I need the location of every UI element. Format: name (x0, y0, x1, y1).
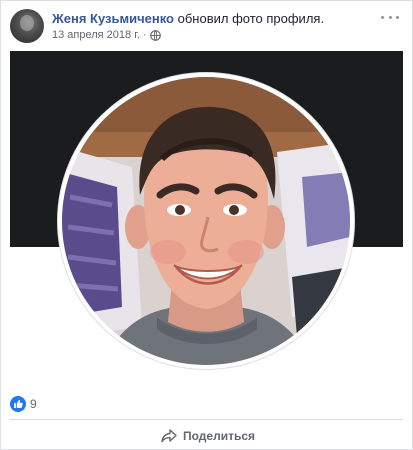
post-title-line: Женя Кузьмиченко обновил фото профиля. (52, 11, 324, 26)
share-label: Поделиться (183, 429, 256, 443)
share-button[interactable]: Поделиться (161, 425, 255, 447)
profile-photo[interactable] (10, 51, 403, 387)
like-icon (10, 396, 26, 412)
post-header: Женя Кузьмиченко обновил фото профиля. 1… (10, 9, 405, 45)
reactions-count: 9 (30, 397, 37, 411)
author-avatar[interactable] (10, 9, 44, 43)
author-name-link[interactable]: Женя Кузьмиченко (52, 11, 174, 26)
meta-separator: · (142, 29, 147, 41)
globe-icon[interactable] (149, 29, 161, 41)
reactions-summary[interactable]: 9 (10, 395, 37, 413)
post-date-link[interactable]: 13 апреля 2018 г. (52, 29, 140, 41)
more-options-icon[interactable] (381, 11, 399, 23)
share-arrow-icon (161, 429, 177, 443)
post-meta: 13 апреля 2018 г. · (52, 29, 161, 41)
actions-divider (10, 419, 403, 420)
post-action-text: обновил фото профиля. (177, 11, 325, 26)
post-card: Женя Кузьмиченко обновил фото профиля. 1… (0, 0, 413, 450)
profile-portrait (62, 77, 350, 365)
